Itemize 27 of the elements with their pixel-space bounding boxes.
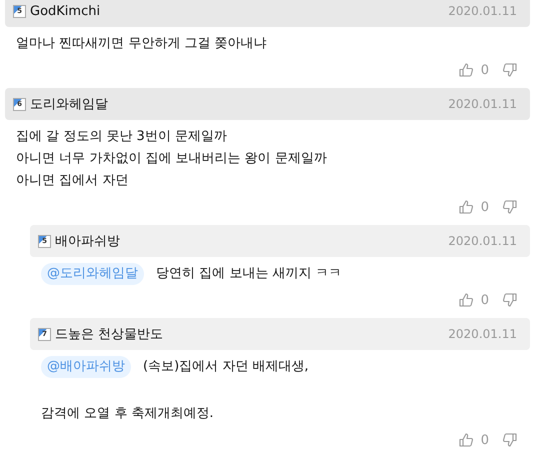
like-count: 0 [480,432,489,448]
like-count: 0 [480,292,489,308]
comment-text: 당연히 집에 보내는 새끼지 ㅋㅋ [156,265,342,283]
thumbs-down-icon[interactable] [503,200,517,214]
comment-text: 집에 갈 정도의 못난 3번이 문제일까 [16,128,227,146]
thumbs-down-icon[interactable] [503,293,517,307]
author-name[interactable]: 배아파쉬방 [55,232,120,250]
like-count: 0 [480,62,489,78]
comment-date: 2020.01.11 [448,327,517,341]
thumbs-down-icon[interactable] [503,433,517,447]
comment-text: 아니면 너무 가차없이 집에 보내버리는 왕이 문제일까 [16,150,327,168]
comment-text: 얼마나 찐따새끼면 무안하게 그걸 쫒아내냐 [16,35,267,53]
thumbs-up-icon[interactable] [458,293,473,307]
comment-text: 감격에 오열 후 축제개최예정. [41,405,214,423]
thumbs-up-icon[interactable] [458,200,473,214]
author-name[interactable]: 도리와헤임달 [30,95,108,113]
comment-date: 2020.01.11 [448,234,517,248]
comment-date: 2020.01.11 [448,97,517,111]
thumbs-up-icon[interactable] [458,63,473,77]
like-count: 0 [480,200,489,214]
comment-text: (속보)집에서 자던 배제대생, [143,358,309,376]
author-name[interactable]: GodKimchi [30,4,100,18]
thumbs-up-icon[interactable] [458,433,473,447]
comment-date: 2020.01.11 [448,4,517,18]
author-name[interactable]: 드높은 천상물반도 [55,325,164,343]
thumbs-down-icon[interactable] [503,63,517,77]
comment-text: 아니면 집에서 자던 [16,172,128,190]
